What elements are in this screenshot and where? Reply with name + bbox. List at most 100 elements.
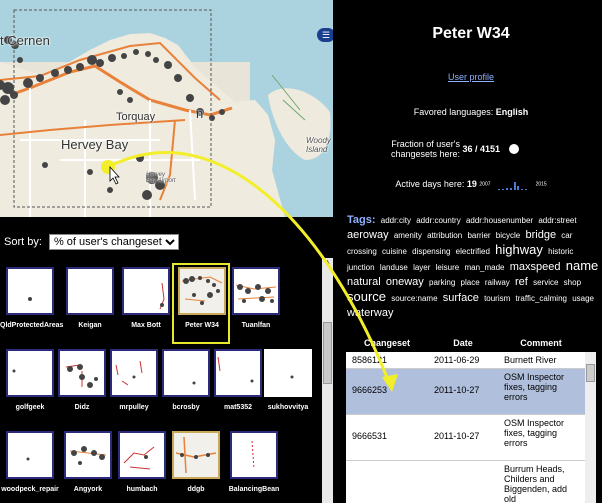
user-thumbnail[interactable]: [122, 267, 170, 315]
changeset-table: Changeset Date Comment 8586121 2011-06-2…: [346, 334, 596, 503]
tag-item[interactable]: highway: [495, 242, 543, 257]
col-header-changeset[interactable]: Changeset: [346, 334, 428, 352]
tag-item[interactable]: natural: [347, 276, 381, 288]
user-card[interactable]: sukhovvitya: [258, 349, 318, 411]
user-thumbnail[interactable]: [162, 349, 210, 397]
tag-item[interactable]: car: [561, 231, 572, 240]
user-thumbnail[interactable]: [64, 431, 112, 479]
tag-item[interactable]: service: [533, 278, 558, 287]
table-row[interactable]: 9666531 2011-10-27 OSM Inspector fixes, …: [346, 415, 596, 461]
tag-item[interactable]: dispensing: [412, 247, 450, 256]
fraction-value: 36 / 4151: [462, 144, 501, 154]
table-row-highlighted[interactable]: 9666253 2011-10-27 OSM Inspector fixes, …: [346, 369, 596, 415]
col-header-date[interactable]: Date: [428, 334, 498, 352]
user-card[interactable]: Keigan: [60, 267, 120, 329]
user-thumbnail[interactable]: [6, 267, 54, 315]
tag-item[interactable]: layer: [413, 263, 430, 272]
tags-title: Tags:: [347, 214, 376, 226]
tag-item[interactable]: shop: [564, 278, 581, 287]
user-profile-link[interactable]: User profile: [340, 72, 602, 82]
table-row[interactable]: 8586121 2011-06-29 Burnett River: [346, 352, 596, 369]
user-thumbnail[interactable]: [66, 267, 114, 315]
user-card-name: woodpeck_repair: [1, 486, 59, 493]
table-scrollbar[interactable]: [585, 352, 596, 503]
user-thumbnail[interactable]: [230, 431, 278, 479]
user-thumbnail[interactable]: [232, 267, 280, 315]
tag-item[interactable]: tourism: [484, 294, 510, 303]
spark-year-end: 2015: [535, 181, 547, 188]
tag-item[interactable]: usage: [572, 294, 594, 303]
user-card[interactable]: Max Bott: [116, 267, 176, 329]
tag-item[interactable]: barrier: [467, 231, 490, 240]
tag-item[interactable]: name: [566, 258, 599, 273]
user-card[interactable]: mrpulley: [104, 349, 164, 411]
tag-item[interactable]: crossing: [347, 247, 377, 256]
tag-item[interactable]: ref: [515, 276, 528, 288]
map-view[interactable]: t Cernen n Torquay Hervey Bay Woody Isla…: [0, 0, 333, 217]
tag-item[interactable]: traffic_calming: [516, 294, 567, 303]
tag-item[interactable]: place: [461, 278, 480, 287]
tag-item[interactable]: surface: [443, 292, 479, 304]
map-label-airport: Hervey Bay Airport: [146, 172, 176, 184]
user-card[interactable]: Angyork: [58, 431, 118, 493]
tag-item[interactable]: landuse: [380, 263, 408, 272]
tag-item[interactable]: cuisine: [382, 247, 407, 256]
user-card[interactable]: humbach: [112, 431, 172, 493]
user-thumbnail[interactable]: [58, 349, 106, 397]
changeset-fraction: Fraction of user's changesets here: 36 /…: [340, 139, 602, 159]
col-header-comment[interactable]: Comment: [498, 334, 584, 352]
map-label-hervey-bay: Hervey Bay: [61, 137, 129, 152]
layers-icon[interactable]: ☰: [317, 28, 333, 42]
tag-item[interactable]: railway: [485, 278, 510, 287]
tag-item[interactable]: oneway: [386, 276, 424, 288]
user-card[interactable]: BalancingBean: [224, 431, 284, 493]
tag-item[interactable]: waterway: [347, 307, 393, 319]
user-card[interactable]: ddgb: [166, 431, 226, 493]
user-thumbnail[interactable]: [172, 431, 220, 479]
tag-item[interactable]: historic: [548, 247, 573, 256]
scroll-up-icon[interactable]: ▲: [322, 258, 333, 268]
user-card-name: Didz: [74, 404, 90, 411]
tag-item[interactable]: electrified: [456, 247, 490, 256]
sort-select[interactable]: % of user's changesets here: [48, 234, 179, 250]
table-row[interactable]: Burrum Heads, Childers and Biggenden, ad…: [346, 461, 596, 503]
tag-item[interactable]: man_made: [464, 263, 504, 272]
scroll-thumb[interactable]: [586, 364, 595, 382]
user-thumbnail[interactable]: [110, 349, 158, 397]
user-card-name: Keigan: [78, 322, 102, 329]
tag-item[interactable]: source: [347, 289, 386, 304]
user-thumbnail[interactable]: [6, 349, 54, 397]
tag-item[interactable]: source:name: [391, 294, 437, 303]
user-card[interactable]: woodpeck_repair: [0, 431, 60, 493]
user-card[interactable]: Tuanlfan: [226, 267, 286, 329]
app-root: t Cernen n Torquay Hervey Bay Woody Isla…: [0, 0, 602, 503]
tag-item[interactable]: leisure: [436, 263, 460, 272]
tag-item[interactable]: addr:country: [416, 216, 460, 225]
user-card[interactable]: bcrosby: [156, 349, 216, 411]
user-card[interactable]: QldProtectedAreas: [0, 267, 63, 329]
user-thumbnail[interactable]: [118, 431, 166, 479]
user-card[interactable]: Didz: [52, 349, 112, 411]
tag-item[interactable]: parking: [429, 278, 455, 287]
tag-item[interactable]: addr:housenumber: [466, 216, 533, 225]
tag-item[interactable]: bicycle: [496, 231, 520, 240]
map-label: Torquay: [116, 111, 156, 123]
tag-item[interactable]: junction: [347, 263, 375, 272]
tag-item[interactable]: maxspeed: [510, 261, 561, 273]
user-thumbnail[interactable]: [6, 431, 54, 479]
user-thumbnail[interactable]: [264, 349, 312, 397]
user-card[interactable]: golfgeek: [0, 349, 60, 411]
tag-item[interactable]: attribution: [427, 231, 462, 240]
user-card-name: Max Bott: [131, 322, 161, 329]
user-thumbnail[interactable]: [214, 349, 262, 397]
scroll-thumb[interactable]: [323, 322, 332, 384]
tag-item[interactable]: addr:street: [538, 216, 576, 225]
active-days-value: 19: [466, 179, 477, 189]
tag-item[interactable]: amenity: [394, 231, 422, 240]
user-grid-scrollbar[interactable]: ▲: [322, 258, 333, 503]
tag-item[interactable]: aeroway: [347, 229, 389, 241]
tag-item[interactable]: bridge: [525, 229, 556, 241]
table-header: Changeset Date Comment: [346, 334, 596, 352]
tag-item[interactable]: addr:city: [381, 216, 411, 225]
fraction-indicator-icon: [508, 144, 519, 154]
